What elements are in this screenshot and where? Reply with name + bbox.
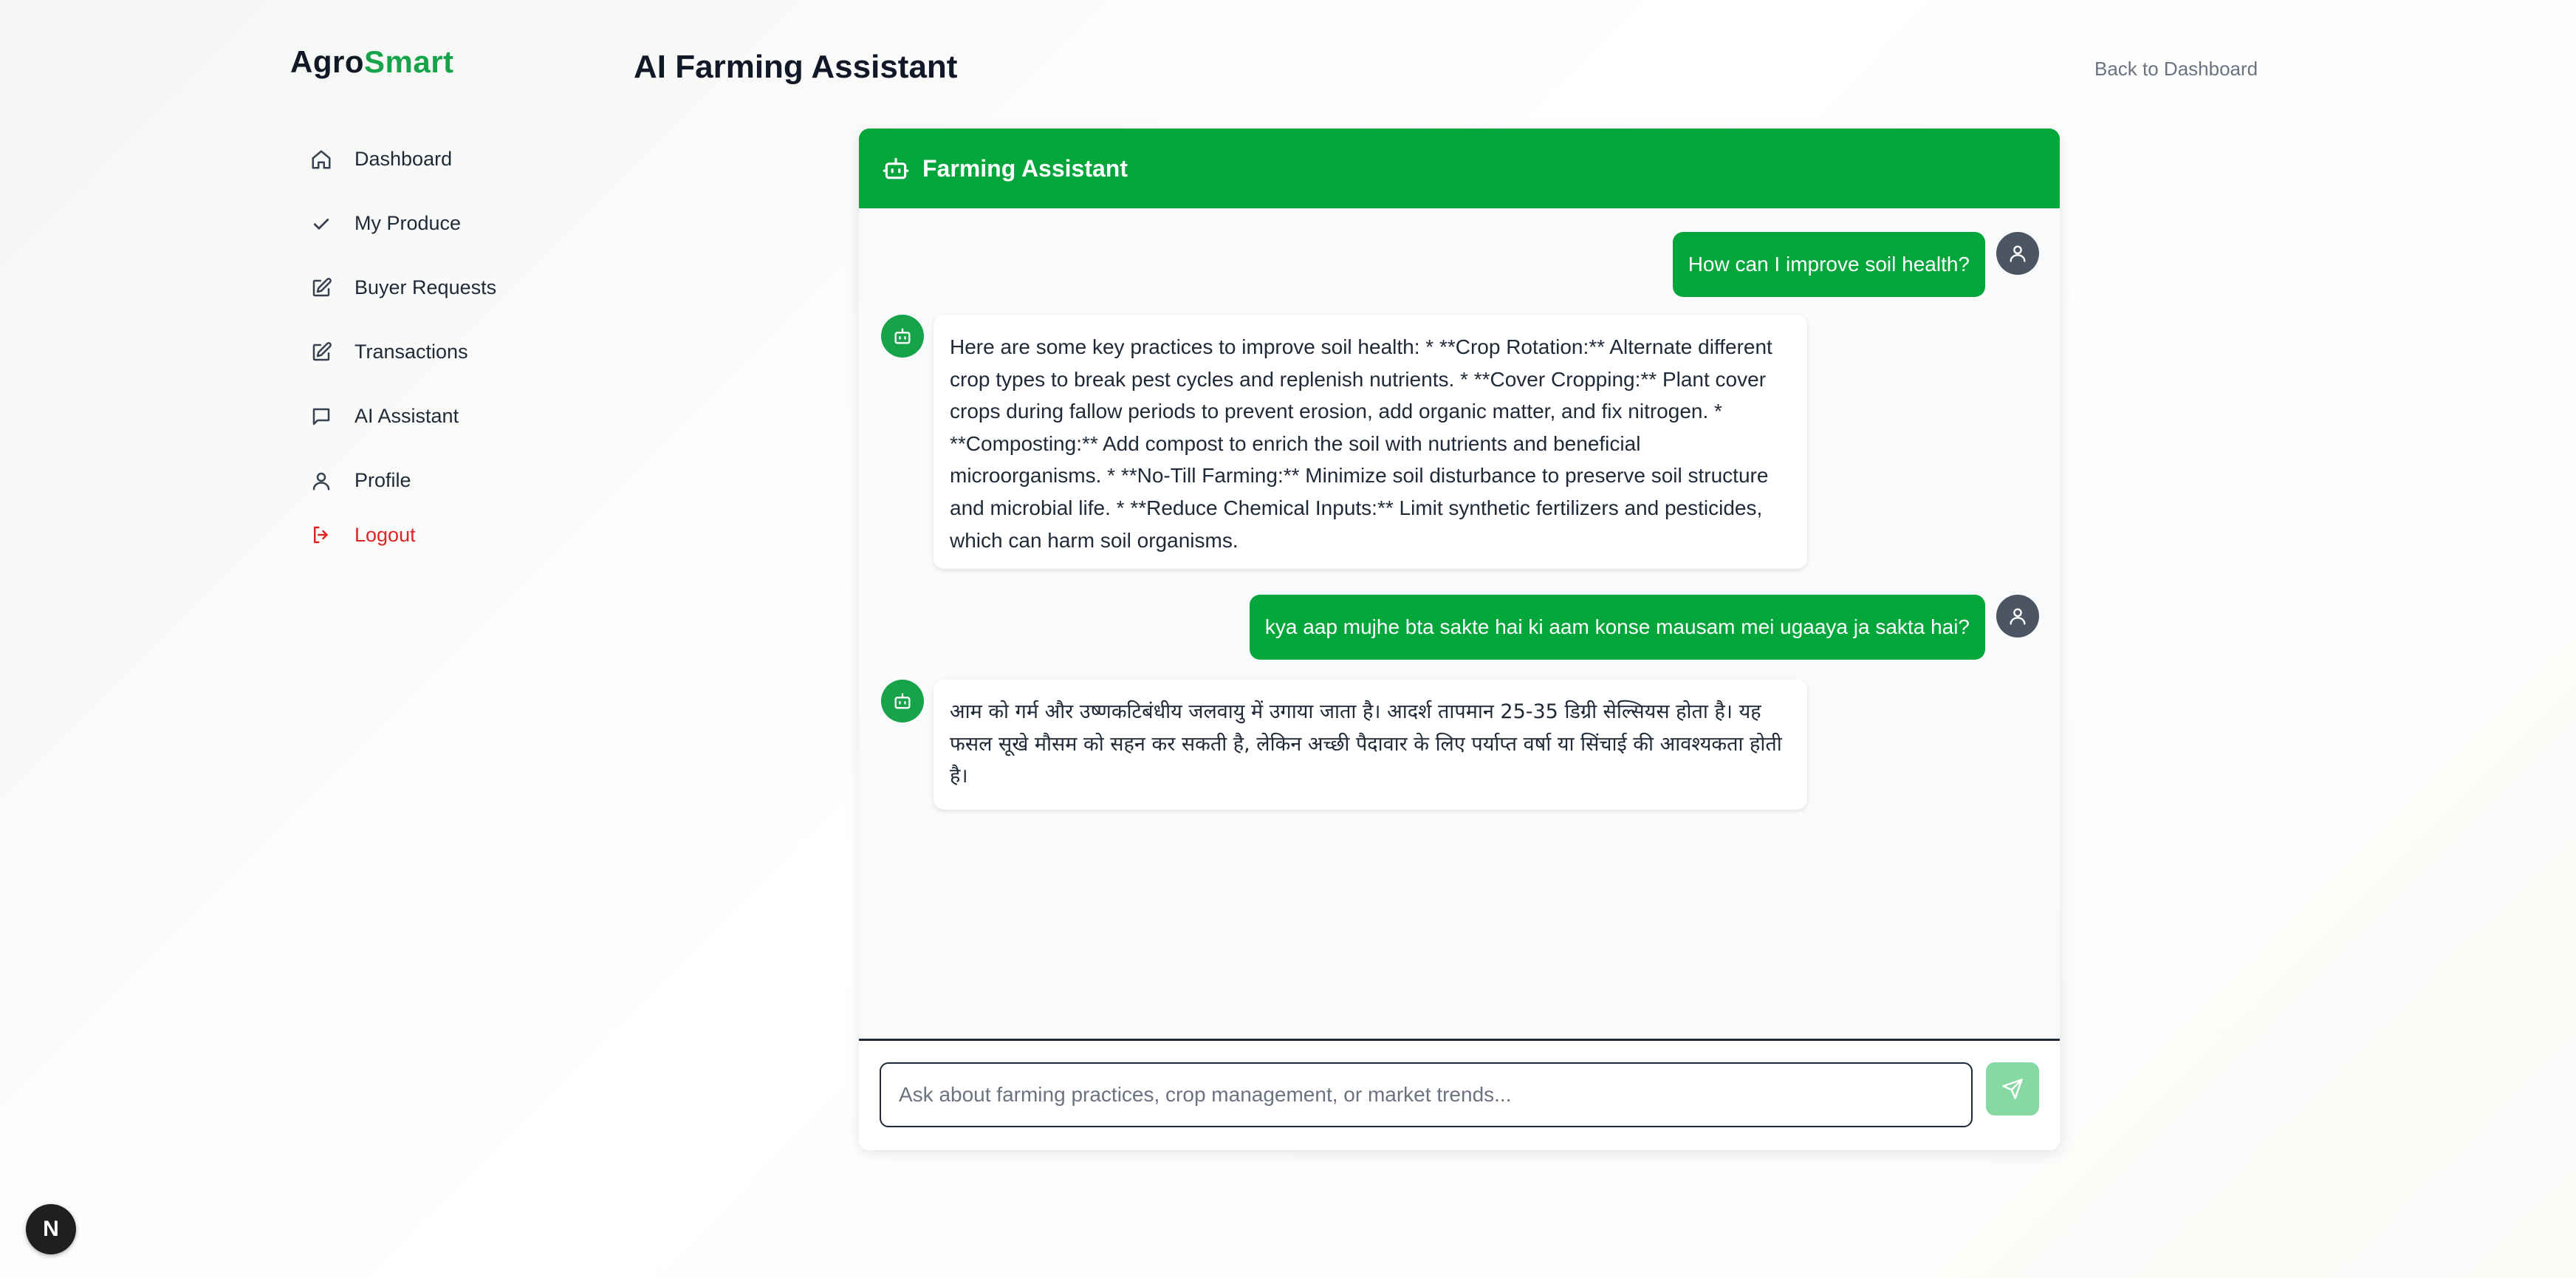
check-icon: [309, 211, 334, 236]
user-message: kya aap mujhe bta sakte hai ki aam konse…: [1249, 595, 1985, 660]
sidebar-item-profile[interactable]: Profile: [309, 448, 575, 513]
bot-avatar-icon: [881, 315, 924, 358]
home-icon: [309, 147, 334, 172]
sidebar-item-ai-assistant[interactable]: AI Assistant: [309, 384, 575, 448]
sidebar-item-transactions[interactable]: Transactions: [309, 320, 575, 384]
dev-tools-badge[interactable]: N: [26, 1204, 76, 1254]
chat-header: Farming Assistant: [859, 129, 2060, 208]
sidebar-item-buyer-requests[interactable]: Buyer Requests: [309, 256, 575, 320]
chat-panel: Farming Assistant How can I improve soil…: [859, 129, 2060, 1150]
assistant-message: Here are some key practices to improve s…: [934, 315, 1807, 569]
chat-icon: [309, 404, 334, 429]
user-icon: [309, 468, 334, 493]
send-button[interactable]: [1986, 1062, 2039, 1115]
chat-message-input[interactable]: [880, 1062, 1973, 1127]
page-title: AI Farming Assistant: [634, 49, 958, 85]
logout-icon: [309, 522, 334, 547]
sidebar-item-label: Transactions: [354, 341, 468, 363]
sidebar-item-label: Dashboard: [354, 148, 453, 170]
sidebar-item-label: Profile: [354, 469, 411, 491]
send-icon: [2002, 1079, 2023, 1099]
sidebar-nav: Dashboard My Produce Buyer Requests Tran…: [309, 127, 575, 557]
edit-icon: [309, 276, 334, 301]
bot-icon: [881, 154, 911, 183]
sidebar-item-dashboard[interactable]: Dashboard: [309, 127, 575, 191]
message-list: How can I improve soil health? Here are …: [859, 208, 2060, 1150]
brand-logo: AgroSmart: [290, 44, 454, 80]
user-avatar-icon: [1996, 595, 2039, 638]
bot-avatar-icon: [881, 680, 924, 722]
user-message: How can I improve soil health?: [1672, 232, 1985, 297]
sidebar-item-logout[interactable]: Logout: [309, 513, 575, 557]
chat-title: Farming Assistant: [922, 154, 1128, 182]
sidebar-item-label: AI Assistant: [354, 405, 459, 427]
brand-logo-part2: Smart: [364, 44, 454, 79]
sidebar-item-label: Buyer Requests: [354, 276, 497, 298]
chat-input-bar: [859, 1039, 2060, 1150]
sidebar-item-label: My Produce: [354, 212, 462, 234]
brand-logo-part1: Agro: [290, 44, 364, 79]
sidebar-item-label: Logout: [354, 523, 416, 546]
user-avatar-icon: [1996, 232, 2039, 275]
sidebar-item-my-produce[interactable]: My Produce: [309, 191, 575, 256]
back-to-dashboard-link[interactable]: Back to Dashboard: [2094, 58, 2258, 81]
edit-icon: [309, 340, 334, 365]
assistant-message: आम को गर्म और उष्णकटिबंधीय जलवायु में उग…: [934, 680, 1807, 810]
